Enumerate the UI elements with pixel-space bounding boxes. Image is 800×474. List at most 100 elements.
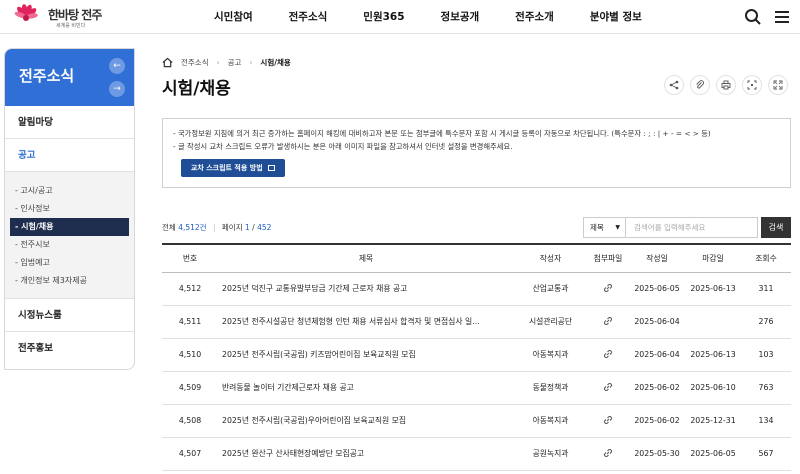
submenu-gazette[interactable]: - 전주시보 — [10, 236, 129, 254]
row-author: 동물정책과 — [514, 371, 587, 405]
sidebar-item-notice-board[interactable]: 알림마당 — [5, 106, 134, 139]
attachment-icon[interactable] — [603, 448, 613, 458]
row-number: 4,509 — [162, 371, 218, 405]
attach-button[interactable] — [690, 75, 710, 95]
logo-subtext: 세계를 비빈다 — [56, 23, 86, 29]
table-row[interactable]: 4,507 2025년 완산구 산사태현장예방단 모집공고 공원녹지과 2025-05… — [162, 437, 791, 471]
sidebar-item-announcement[interactable]: 공고 — [5, 139, 134, 172]
submenu-privacy[interactable]: - 개인정보 제3자제공 — [10, 272, 129, 290]
site-logo[interactable]: 한바탕 전주 세계를 비빈다 — [8, 3, 102, 31]
table-row[interactable]: 4,510 2025년 전주시립(국공립) 키즈맘어린이집 보육교직원 모집 아동복… — [162, 338, 791, 372]
nav-item-citizen[interactable]: 시민참여 — [196, 0, 271, 34]
row-deadline: 2025-06-13 — [685, 272, 741, 306]
breadcrumb: 전주소식 › 공고 › 시험/채용 — [162, 56, 291, 68]
menu-icon[interactable] — [773, 8, 791, 26]
submenu-personnel[interactable]: - 인사정보 — [10, 200, 129, 218]
row-title[interactable]: 2025년 전주시립(국공립) 키즈맘어린이집 보육교직원 모집 — [218, 338, 514, 372]
row-deadline: 2025-12-31 — [685, 404, 741, 438]
script-guide-button[interactable]: 교차 스크립트 적용 방법 — [181, 159, 285, 177]
row-title[interactable]: 반려동물 놀이터 기간제근로자 채용 공고 — [218, 371, 514, 405]
attachment-icon[interactable] — [603, 316, 613, 326]
attachment-icon[interactable] — [603, 415, 613, 425]
row-attachment — [587, 305, 629, 339]
row-attachment — [587, 371, 629, 405]
row-attachment — [587, 404, 629, 438]
main-nav: 시민참여 전주소식 민원365 정보공개 전주소개 분야별 정보 — [196, 0, 660, 34]
caret-down-icon: ▼ — [615, 224, 620, 231]
submenu-exam-recruit[interactable]: - 시험/채용 — [10, 218, 129, 236]
notice-line: - 국가정보원 지침에 의거 최근 증가하는 홈페이지 해킹에 대비하고자 본문… — [173, 129, 711, 138]
attachment-icon[interactable] — [603, 283, 613, 293]
qrcode-button[interactable] — [742, 75, 762, 95]
row-deadline — [685, 305, 741, 339]
row-attachment — [587, 437, 629, 471]
col-header-title: 제목 — [218, 244, 514, 273]
sidebar-item-promo[interactable]: 전주홍보 — [5, 332, 134, 365]
submenu-notice[interactable]: - 고시/공고 — [10, 182, 129, 200]
prev-menu-button[interactable]: ← — [109, 58, 125, 74]
row-attachment — [587, 272, 629, 306]
home-icon[interactable] — [162, 57, 173, 68]
site-header: 한바탕 전주 세계를 비빈다 시민참여 전주소식 민원365 정보공개 전주소개… — [0, 0, 800, 34]
row-author: 산업교통과 — [514, 272, 587, 306]
row-title[interactable]: 2025년 덕진구 교통유발부담금 기간제 근로자 채용 공고 — [218, 272, 514, 306]
row-views: 134 — [741, 404, 791, 438]
row-number: 4,508 — [162, 404, 218, 438]
search-input[interactable] — [626, 217, 758, 238]
submenu-legislation[interactable]: - 입법예고 — [10, 254, 129, 272]
total-pages: 452 — [257, 223, 272, 232]
list-count: 전체 4,512건 | 페이지 1 / 452 — [162, 223, 272, 232]
row-date: 2025-06-04 — [629, 338, 685, 372]
sidebar-title-box: 전주소식 ← → — [5, 49, 134, 106]
row-title[interactable]: 2025년 전주시립(국공립)우아어린이집 보육교직원 모집 — [218, 404, 514, 438]
page-title: 시험/채용 — [162, 79, 231, 99]
sidebar-item-newsroom[interactable]: 시정뉴스룸 — [5, 299, 134, 332]
breadcrumb-item[interactable]: 공고 — [228, 57, 242, 68]
script-guide-label: 교차 스크립트 적용 방법 — [190, 164, 263, 172]
row-views: 311 — [741, 272, 791, 306]
print-icon — [721, 80, 731, 90]
total-count: 4,512건 — [178, 223, 207, 232]
row-date: 2025-06-05 — [629, 272, 685, 306]
notice-box: - 국가정보원 지침에 의거 최근 증가하는 홈페이지 해킹에 대비하고자 본문… — [162, 118, 791, 188]
row-number: 4,512 — [162, 272, 218, 306]
col-header-deadline: 마감일 — [685, 244, 741, 273]
page-label: 페이지 — [221, 223, 243, 232]
search-icon[interactable] — [744, 8, 762, 26]
search-field-value: 제목 — [590, 223, 604, 232]
row-author: 아동복지과 — [514, 404, 587, 438]
row-title[interactable]: 2025년 전주시설공단 청년체험형 인턴 채용 서류심사 합격자 및 면접심사… — [218, 305, 514, 339]
table-row[interactable]: 4,512 2025년 덕진구 교통유발부담금 기간제 근로자 채용 공고 산업교통… — [162, 272, 791, 306]
col-header-views: 조회수 — [741, 244, 791, 273]
nav-item-info[interactable]: 정보공개 — [423, 0, 498, 34]
attachment-icon[interactable] — [603, 382, 613, 392]
row-title[interactable]: 2025년 완산구 산사태현장예방단 모집공고 — [218, 437, 514, 471]
expand-button[interactable] — [768, 75, 788, 95]
nav-item-about[interactable]: 전주소개 — [497, 0, 572, 34]
next-menu-button[interactable]: → — [109, 81, 125, 97]
page-tools — [664, 75, 794, 95]
print-button[interactable] — [716, 75, 736, 95]
notice-line: - 글 작성시 교차 스크립트 오류가 발생하시는 분은 아래 이미지 파일을 … — [173, 142, 513, 151]
logo-flower-icon — [14, 4, 38, 21]
row-author: 시설관리공단 — [514, 305, 587, 339]
nav-item-civil[interactable]: 민원365 — [345, 0, 422, 34]
breadcrumb-item[interactable]: 전주소식 — [181, 57, 209, 68]
row-deadline: 2025-06-10 — [685, 371, 741, 405]
attachment-icon[interactable] — [603, 349, 613, 359]
expand-icon — [773, 80, 783, 90]
table-row[interactable]: 4,511 2025년 전주시설공단 청년체험형 인턴 채용 서류심사 합격자 및… — [162, 305, 791, 339]
breadcrumb-separator: › — [216, 57, 220, 67]
share-button[interactable] — [664, 75, 684, 95]
table-header-row: 번호 제목 작성자 첨부파일 작성일 마감일 조회수 — [162, 244, 791, 273]
row-date: 2025-05-30 — [629, 437, 685, 471]
nav-item-field[interactable]: 분야별 정보 — [572, 0, 660, 34]
table-row[interactable]: 4,509 반려동물 놀이터 기간제근로자 채용 공고 동물정책과 2025-06-0… — [162, 371, 791, 405]
search-button[interactable]: 검색 — [761, 217, 791, 238]
row-author: 아동복지과 — [514, 338, 587, 372]
table-row[interactable]: 4,508 2025년 전주시립(국공립)우아어린이집 보육교직원 모집 아동복지과… — [162, 404, 791, 438]
col-header-author: 작성자 — [514, 244, 587, 273]
nav-item-news[interactable]: 전주소식 — [271, 0, 346, 34]
row-number: 4,511 — [162, 305, 218, 339]
search-field-select[interactable]: 제목 ▼ — [583, 217, 626, 238]
